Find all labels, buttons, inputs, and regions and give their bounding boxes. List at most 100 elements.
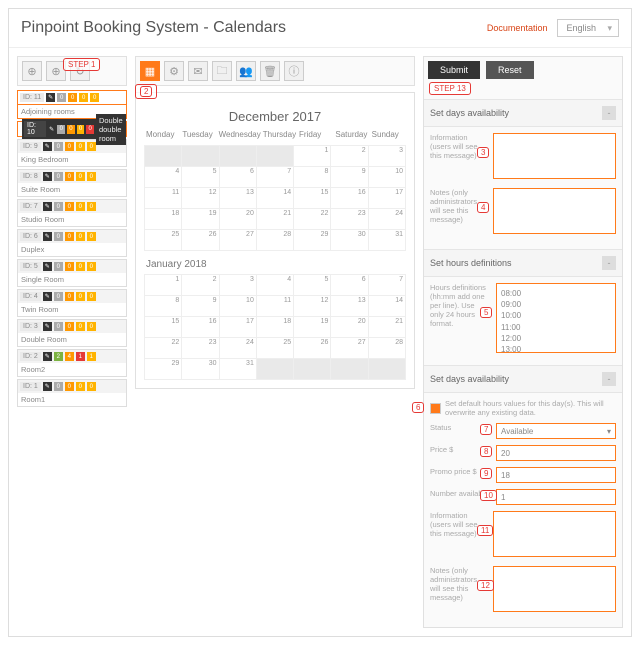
calendar-cell[interactable]: 29	[294, 230, 330, 250]
room-item[interactable]: ID: 6✎0000Duplex	[17, 229, 127, 257]
calendar-icon[interactable]: ▦	[140, 61, 160, 81]
calendar-cell[interactable]: 21	[369, 317, 405, 337]
calendar-cell[interactable]: 22	[145, 338, 181, 358]
calendar-cell[interactable]: 12	[294, 296, 330, 316]
calendar-cell[interactable]: 24	[369, 209, 405, 229]
room-item[interactable]: ID: 7✎0000Studio Room	[17, 199, 127, 227]
promo-input[interactable]	[496, 467, 616, 483]
calendar-cell[interactable]: 7	[257, 167, 293, 187]
calendar-cell[interactable]: 11	[145, 188, 181, 208]
room-item[interactable]: ID: 2✎2411Room2	[17, 349, 127, 377]
status-select[interactable]: Available▾	[496, 423, 616, 439]
calendar-cell[interactable]: 19	[182, 209, 218, 229]
calendar-cell[interactable]: 28	[257, 230, 293, 250]
reset-button[interactable]: Reset	[486, 61, 534, 79]
language-select[interactable]: English	[557, 19, 619, 37]
room-item[interactable]: ID: 8✎0000Suite Room	[17, 169, 127, 197]
default-hours-checkbox[interactable]	[430, 403, 441, 414]
collapse-icon[interactable]: -	[602, 106, 616, 120]
calendar-cell[interactable]: 11	[257, 296, 293, 316]
calendar-cell[interactable]: 18	[145, 209, 181, 229]
hours-definitions-input[interactable]: 08:0009:0010:0011:0012:0013:00	[496, 283, 616, 353]
calendar-cell[interactable]: 5	[294, 275, 330, 295]
calendar-cell[interactable]: 22	[294, 209, 330, 229]
number-input[interactable]	[496, 489, 616, 505]
calendar-cell[interactable]: 4	[257, 275, 293, 295]
folder-icon[interactable]: 🗀	[212, 61, 232, 81]
gear-icon[interactable]: ⚙	[164, 61, 184, 81]
calendar-cell[interactable]: 14	[257, 188, 293, 208]
calendar-cell[interactable]: 30	[182, 359, 218, 379]
calendar-cell[interactable]: 19	[294, 317, 330, 337]
calendar-cell[interactable]: 7	[369, 275, 405, 295]
submit-button[interactable]: Submit	[428, 61, 480, 79]
calendar-cell[interactable]: 8	[145, 296, 181, 316]
calendar-cell[interactable]: 3	[369, 146, 405, 166]
room-item[interactable]: ID: 3✎0000Double Room	[17, 319, 127, 347]
calendar-cell[interactable]: 29	[145, 359, 181, 379]
room-item[interactable]: ID: 5✎0000Single Room	[17, 259, 127, 287]
room-item[interactable]: ID: 4✎0000Twin Room	[17, 289, 127, 317]
room-item[interactable]: ID: 10✎0000Double double room	[17, 121, 127, 137]
calendar-cell[interactable]: 8	[294, 167, 330, 187]
room-item[interactable]: ID: 1✎0000Room1	[17, 379, 127, 407]
add-icon[interactable]: ⊕	[22, 61, 42, 81]
refresh-icon[interactable]: ↻	[70, 61, 90, 81]
calendar-cell[interactable]: 10	[220, 296, 256, 316]
calendar-cell[interactable]: 17	[220, 317, 256, 337]
calendar-cell[interactable]: 13	[220, 188, 256, 208]
calendar-cell[interactable]: 26	[294, 338, 330, 358]
calendar-cell[interactable]: 4	[145, 167, 181, 187]
trash-icon[interactable]: 🗑	[260, 61, 280, 81]
calendar-cell[interactable]: 17	[369, 188, 405, 208]
calendar-cell[interactable]: 24	[220, 338, 256, 358]
calendar-cell[interactable]: 2	[331, 146, 367, 166]
calendar-cell[interactable]: 12	[182, 188, 218, 208]
calendar-cell[interactable]: 26	[182, 230, 218, 250]
calendar-cell[interactable]: 6	[331, 275, 367, 295]
calendar-cell[interactable]: 14	[369, 296, 405, 316]
calendar-cell[interactable]: 25	[145, 230, 181, 250]
calendar-grid-jan[interactable]: 1234567891011121314151617181920212223242…	[144, 274, 406, 380]
calendar-grid-dec[interactable]: 1234567891011121314151617181920212223242…	[144, 145, 406, 251]
calendar-cell[interactable]: 27	[220, 230, 256, 250]
price-input[interactable]	[496, 445, 616, 461]
calendar-cell[interactable]: 28	[369, 338, 405, 358]
calendar-cell[interactable]: 31	[220, 359, 256, 379]
calendar-cell[interactable]: 27	[331, 338, 367, 358]
calendar-cell[interactable]: 13	[331, 296, 367, 316]
calendar-cell[interactable]: 15	[145, 317, 181, 337]
calendar-cell[interactable]: 20	[220, 209, 256, 229]
tag-icon[interactable]: ✉	[188, 61, 208, 81]
info-textarea-2[interactable]	[493, 511, 616, 557]
calendar-cell[interactable]: 25	[257, 338, 293, 358]
calendar-cell[interactable]: 1	[294, 146, 330, 166]
calendar-cell[interactable]: 23	[182, 338, 218, 358]
calendar-cell[interactable]: 20	[331, 317, 367, 337]
calendar-cell[interactable]: 6	[220, 167, 256, 187]
info-icon[interactable]: ⓘ	[284, 61, 304, 81]
calendar-cell[interactable]: 30	[331, 230, 367, 250]
calendar-cell[interactable]: 21	[257, 209, 293, 229]
calendar-cell[interactable]: 16	[182, 317, 218, 337]
calendar-cell[interactable]: 1	[145, 275, 181, 295]
info-textarea[interactable]	[493, 133, 616, 179]
calendar-cell[interactable]: 23	[331, 209, 367, 229]
calendar-cell[interactable]: 15	[294, 188, 330, 208]
calendar-cell[interactable]: 9	[182, 296, 218, 316]
calendar-cell[interactable]: 16	[331, 188, 367, 208]
calendar-cell[interactable]: 10	[369, 167, 405, 187]
calendar-cell[interactable]: 31	[369, 230, 405, 250]
add-icon-2[interactable]: ⊕	[46, 61, 66, 81]
users-icon[interactable]: 👥	[236, 61, 256, 81]
calendar-cell[interactable]: 5	[182, 167, 218, 187]
collapse-icon[interactable]: -	[602, 256, 616, 270]
calendar-cell[interactable]: 2	[182, 275, 218, 295]
collapse-icon[interactable]: -	[602, 372, 616, 386]
calendar-cell[interactable]: 9	[331, 167, 367, 187]
calendar-cell[interactable]: 18	[257, 317, 293, 337]
notes-textarea-2[interactable]	[493, 566, 616, 612]
notes-textarea[interactable]	[493, 188, 616, 234]
calendar-cell[interactable]: 3	[220, 275, 256, 295]
documentation-link[interactable]: Documentation	[487, 23, 548, 33]
